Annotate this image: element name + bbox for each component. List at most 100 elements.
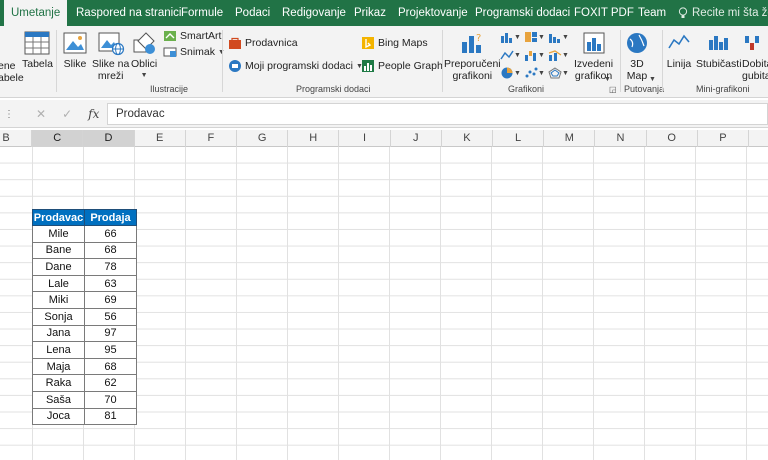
cell-prodavac[interactable]: Lale bbox=[32, 274, 85, 293]
enter-icon[interactable]: ✓ bbox=[62, 107, 72, 121]
table-button[interactable]: Tabela bbox=[22, 30, 53, 70]
cell-prodavac[interactable]: Raka bbox=[32, 374, 85, 392]
cell-prodaja[interactable]: 97 bbox=[84, 324, 137, 343]
column-header-g[interactable]: G bbox=[237, 130, 289, 147]
sparkline-winloss-button[interactable]: Dobitak gubitak bbox=[742, 30, 768, 82]
column-header-e[interactable]: E bbox=[135, 130, 186, 147]
chevron-down-icon[interactable]: ▼ bbox=[538, 34, 545, 41]
chevron-down-icon[interactable]: ▼ bbox=[562, 34, 569, 41]
column-header-f[interactable]: F bbox=[186, 130, 237, 147]
tab-raspored-na-stranici[interactable]: Raspored na stranici bbox=[76, 0, 181, 26]
pie-chart-icon[interactable] bbox=[500, 66, 514, 84]
chevron-down-icon[interactable]: ▼ bbox=[562, 70, 569, 77]
smartart-button[interactable]: SmartArt bbox=[163, 30, 221, 42]
tab-team[interactable]: Team bbox=[638, 0, 666, 26]
cell-prodavac[interactable]: Lena bbox=[32, 341, 85, 359]
dialog-launcher-icon[interactable]: ◲ bbox=[609, 85, 617, 94]
tab-prikaz[interactable]: Prikaz bbox=[354, 0, 386, 26]
cell-prodaja[interactable]: 68 bbox=[84, 241, 137, 260]
more-icon[interactable]: ⋮ bbox=[4, 109, 14, 120]
column-chart-icon[interactable] bbox=[500, 30, 514, 48]
chevron-down-icon[interactable]: ▼ bbox=[562, 52, 569, 59]
insert-function-icon[interactable]: fx bbox=[88, 107, 99, 121]
column-header-l[interactable]: L bbox=[493, 130, 545, 147]
ribbon: ene abele Tabela Slike bbox=[0, 26, 768, 98]
cell-prodavac[interactable]: Jana bbox=[32, 324, 85, 343]
formula-input[interactable]: Prodavac bbox=[107, 103, 768, 125]
hierarchy-chart-icon[interactable] bbox=[524, 30, 538, 48]
cell-prodavac[interactable]: Saša bbox=[32, 390, 85, 409]
cell-prodaja[interactable]: 70 bbox=[84, 390, 137, 409]
cell-prodaja[interactable]: 69 bbox=[84, 291, 137, 309]
column-header-j[interactable]: J bbox=[391, 130, 442, 147]
column-header-m[interactable]: M bbox=[544, 130, 596, 147]
waterfall-chart-icon[interactable] bbox=[524, 48, 538, 66]
column-header-n[interactable]: N bbox=[595, 130, 647, 147]
cell-prodavac[interactable]: Dane bbox=[32, 258, 85, 276]
cell-prodaja[interactable]: 78 bbox=[84, 258, 137, 276]
cancel-icon[interactable]: ✕ bbox=[36, 107, 46, 121]
chevron-down-icon[interactable]: ▼ bbox=[514, 70, 521, 77]
column-header-b[interactable]: B bbox=[0, 130, 33, 147]
online-pictures-button[interactable]: Slike na mreži bbox=[92, 30, 129, 82]
sparkline-column-button[interactable]: Stubičasti bbox=[696, 30, 742, 70]
pivot-chart-button[interactable]: Izvedeni grafikon bbox=[574, 30, 613, 82]
column-header-k[interactable]: K bbox=[442, 130, 493, 147]
table-header-prodavac[interactable]: Prodavac bbox=[32, 209, 85, 226]
column-header-h[interactable]: H bbox=[288, 130, 340, 147]
cell-prodavac[interactable]: Joca bbox=[32, 407, 85, 426]
cell-prodaja[interactable]: 68 bbox=[84, 357, 137, 376]
3d-map-button[interactable]: 3D Map bbox=[624, 30, 650, 82]
chevron-down-icon[interactable]: ▼ bbox=[538, 70, 545, 77]
cell-prodaja[interactable]: 95 bbox=[84, 341, 137, 359]
chevron-down-icon[interactable]: ▼ bbox=[514, 34, 521, 41]
cell-prodaja[interactable]: 66 bbox=[84, 225, 137, 243]
cell-prodavac[interactable]: Mile bbox=[32, 225, 85, 243]
recommended-charts-button[interactable]: ? Preporučeni grafikoni bbox=[444, 30, 501, 82]
tab-redigovanje[interactable]: Redigovanje bbox=[282, 0, 346, 26]
store-button[interactable]: Prodavnica bbox=[228, 36, 298, 50]
tell-me-box[interactable]: Recite mi šta želite bbox=[678, 0, 768, 26]
cell-prodaja[interactable]: 62 bbox=[84, 374, 137, 392]
people-graph-button[interactable]: People Graph bbox=[361, 59, 443, 73]
column-header-c[interactable]: C bbox=[32, 130, 84, 147]
cell-prodaja[interactable]: 56 bbox=[84, 307, 137, 326]
cell-prodaja[interactable]: 63 bbox=[84, 274, 137, 293]
my-addins-button[interactable]: Moji programski dodaci ▼ bbox=[228, 59, 363, 73]
table-header-prodaja[interactable]: Prodaja bbox=[84, 209, 137, 226]
tab-foxit-pdf[interactable]: FOXIT PDF bbox=[574, 0, 634, 26]
column-header-i[interactable]: I bbox=[339, 130, 391, 147]
radar-chart-icon[interactable] bbox=[548, 66, 562, 84]
column-header-d[interactable]: D bbox=[83, 130, 135, 147]
table-row: Bane 68 bbox=[32, 241, 137, 260]
tab-projektovanje[interactable]: Projektovanje bbox=[398, 0, 468, 26]
chevron-down-icon[interactable]: ▼ bbox=[604, 76, 611, 83]
bing-maps-button[interactable]: Bing Maps bbox=[361, 36, 428, 50]
people-graph-icon bbox=[362, 60, 374, 72]
shapes-button[interactable]: Oblici ▼ bbox=[131, 30, 157, 82]
chevron-down-icon[interactable]: ▼ bbox=[538, 52, 545, 59]
cell-prodaja[interactable]: 81 bbox=[84, 407, 137, 426]
tab-podaci[interactable]: Podaci bbox=[235, 0, 270, 26]
line-chart-icon[interactable] bbox=[500, 48, 514, 66]
tab-programski-dodaci[interactable]: Programski dodaci bbox=[475, 0, 570, 26]
sparkline-line-button[interactable]: Linija bbox=[666, 30, 692, 70]
column-header-o[interactable]: O bbox=[647, 130, 698, 147]
cell-prodavac[interactable]: Sonja bbox=[32, 307, 85, 326]
chevron-down-icon[interactable]: ▼ bbox=[514, 52, 521, 59]
table-row: Joca 81 bbox=[32, 407, 137, 426]
cell-prodavac[interactable]: Maja bbox=[32, 357, 85, 376]
pivot-table-button[interactable]: ene abele bbox=[0, 60, 24, 84]
pictures-button[interactable]: Slike bbox=[62, 30, 88, 70]
screenshot-button[interactable]: Snimak ▼ bbox=[163, 46, 225, 58]
chevron-down-icon[interactable]: ▼ bbox=[649, 76, 656, 83]
statistic-chart-icon[interactable] bbox=[548, 30, 562, 48]
column-header-p[interactable]: P bbox=[698, 130, 749, 147]
cell-prodavac[interactable]: Bane bbox=[32, 241, 85, 260]
tab-formule[interactable]: Formule bbox=[181, 0, 223, 26]
screenshot-label: Snimak bbox=[180, 46, 216, 58]
combo-chart-icon[interactable] bbox=[548, 48, 562, 66]
tab-umetanje[interactable]: Umetanje bbox=[4, 0, 68, 26]
cell-prodavac[interactable]: Miki bbox=[32, 291, 85, 309]
scatter-chart-icon[interactable] bbox=[524, 66, 538, 84]
